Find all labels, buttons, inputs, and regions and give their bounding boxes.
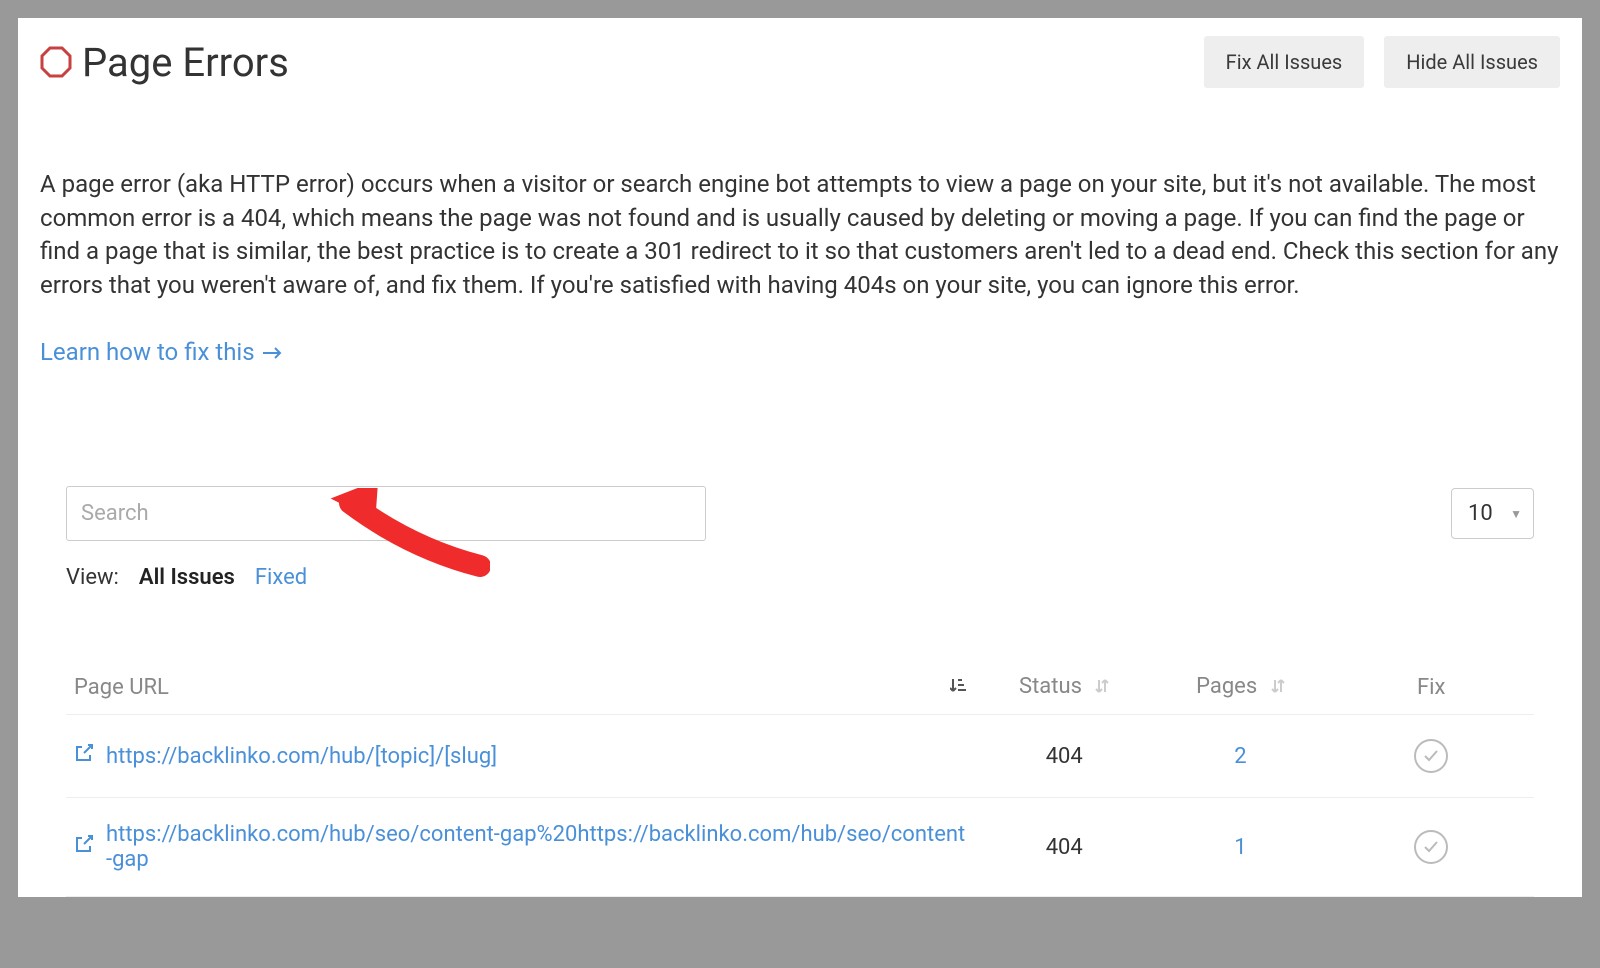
header-row: Page Errors Fix All Issues Hide All Issu… bbox=[40, 36, 1560, 88]
sort-icon bbox=[1271, 675, 1285, 700]
table-row: https://backlinko.com/hub/seo/content-ga… bbox=[66, 798, 1534, 897]
mark-fixed-button[interactable] bbox=[1414, 739, 1448, 773]
pages-count-link[interactable]: 2 bbox=[1234, 744, 1246, 769]
error-octagon-icon bbox=[40, 46, 72, 78]
table-row: https://backlinko.com/hub/[topic]/[slug]… bbox=[66, 715, 1534, 798]
sort-desc-icon bbox=[950, 675, 968, 700]
page-size-select-wrapper: 10 ▼ bbox=[1451, 488, 1534, 539]
table-header-row: Page URL bbox=[66, 660, 1534, 714]
status-cell: 404 bbox=[976, 798, 1152, 897]
title-group: Page Errors bbox=[40, 39, 289, 86]
errors-table: Page URL bbox=[66, 660, 1534, 897]
view-tab-all-issues[interactable]: All Issues bbox=[139, 565, 235, 590]
status-cell: 404 bbox=[976, 715, 1152, 798]
page-title: Page Errors bbox=[82, 39, 289, 86]
external-link-icon[interactable] bbox=[74, 834, 94, 860]
external-link-icon[interactable] bbox=[74, 743, 94, 769]
sort-icon bbox=[1095, 675, 1109, 700]
pages-count-link[interactable]: 1 bbox=[1234, 835, 1246, 860]
page-container: Page Errors Fix All Issues Hide All Issu… bbox=[18, 18, 1582, 897]
content-area: A page error (aka HTTP error) occurs whe… bbox=[40, 168, 1560, 897]
column-header-fix: Fix bbox=[1328, 660, 1534, 714]
fix-all-button[interactable]: Fix All Issues bbox=[1204, 36, 1365, 88]
view-tab-fixed[interactable]: Fixed bbox=[255, 565, 307, 590]
table-wrapper: Page URL bbox=[40, 660, 1560, 897]
learn-how-to-fix-link[interactable]: Learn how to fix this bbox=[40, 338, 283, 366]
arrow-right-icon bbox=[263, 338, 283, 366]
learn-link-text: Learn how to fix this bbox=[40, 338, 255, 366]
description-text: A page error (aka HTTP error) occurs whe… bbox=[40, 168, 1560, 302]
view-label: View: bbox=[66, 565, 119, 590]
check-icon bbox=[1422, 747, 1440, 765]
mark-fixed-button[interactable] bbox=[1414, 830, 1448, 864]
filter-row: 10 ▼ bbox=[40, 486, 1560, 541]
page-url-link[interactable]: https://backlinko.com/hub/seo/content-ga… bbox=[106, 822, 968, 872]
check-icon bbox=[1422, 838, 1440, 856]
search-input[interactable] bbox=[66, 486, 706, 541]
header-buttons: Fix All Issues Hide All Issues bbox=[1204, 36, 1560, 88]
page-url-link[interactable]: https://backlinko.com/hub/[topic]/[slug] bbox=[106, 744, 497, 769]
hide-all-button[interactable]: Hide All Issues bbox=[1384, 36, 1560, 88]
page-size-select[interactable]: 10 bbox=[1451, 488, 1534, 539]
column-header-pages[interactable]: Pages bbox=[1152, 660, 1328, 714]
column-header-url[interactable]: Page URL bbox=[66, 660, 976, 714]
column-header-status[interactable]: Status bbox=[976, 660, 1152, 714]
view-filter-row: View: All Issues Fixed bbox=[40, 565, 1560, 590]
